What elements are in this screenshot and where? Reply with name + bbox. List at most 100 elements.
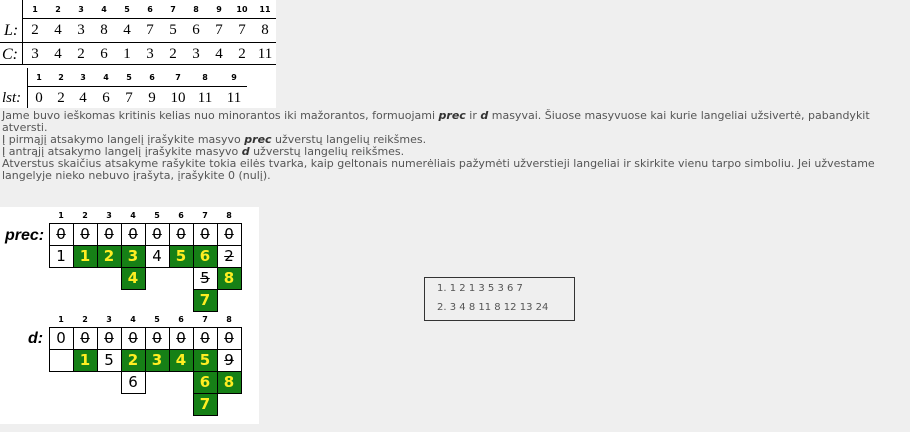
d-cell: 0 [176,329,186,347]
instructions-text: Jame buvo ieškomas kritinis kelias nuo m… [2,110,908,182]
column-header: 7 [170,5,176,14]
L-value: 7 [146,22,154,38]
prec-hidden-cell: 2 [97,246,121,267]
prec-cell: 0 [128,225,138,243]
column-header: 5 [124,5,130,14]
lst-column-header: 9 [231,73,237,82]
lst-row-label: lst: [2,90,22,106]
column-header: 3 [78,5,84,14]
d-cell: 5 [104,351,114,369]
prec-cell: 4 [152,247,162,265]
grid-line [193,224,194,268]
grid-column-header: 8 [226,211,232,220]
grid-line [97,224,98,268]
column-header: 6 [147,5,153,14]
L-value: 7 [215,22,223,38]
header-divider [22,18,276,19]
grid-line [121,224,122,268]
C-value: 4 [54,46,62,62]
vertical-divider [22,0,23,64]
grid-line [145,372,146,394]
prec-hidden-cell: 1 [73,246,97,267]
grid-line [193,415,217,416]
lst-column-header: 6 [149,73,155,82]
prec-cell: 0 [80,225,90,243]
grid-line [241,224,242,268]
d-hidden-cell: 2 [121,350,145,371]
column-header: 11 [259,5,271,14]
C-value: 3 [192,46,200,62]
lst-header-divider [27,86,247,87]
prec-cell: 0 [224,225,234,243]
C-value: 1 [123,46,131,62]
d-hidden-cell: 8 [217,372,241,393]
lst-value: 4 [79,90,87,106]
d-hidden-cell: 7 [193,394,217,415]
grid-line [121,372,122,394]
d-cell: 0 [128,329,138,347]
grid-line [145,328,146,372]
grid-line [169,328,170,372]
grid-line [145,224,146,268]
instruction-paragraph: Jame buvo ieškomas kritinis kelias nuo m… [2,109,870,134]
column-header: 2 [55,5,61,14]
answer-box[interactable]: 1. 1 2 1 3 5 3 6 7 2. 3 4 8 11 8 12 13 2… [424,277,575,321]
row-divider [0,42,276,43]
d-cell: 0 [56,329,66,347]
L-value: 3 [77,22,85,38]
grid-line [121,268,122,290]
d-cell: 0 [152,329,162,347]
row-divider [0,64,276,65]
d-hidden-cell: 3 [145,350,169,371]
answer-line-2[interactable]: 2. 3 4 8 11 8 12 13 24 [437,302,548,313]
d-cell: 9 [224,351,234,369]
d-hidden-cell: 4 [169,350,193,371]
answer-line-1[interactable]: 1. 1 2 1 3 5 3 6 7 [437,283,523,294]
lst-value: 10 [170,90,186,106]
data-table-image: 1 2 3 4 5 6 7 8 9 10 11 L: C: 24384756778 34261323… [0,0,276,108]
d-cell: 6 [128,373,138,391]
prec-cell: 0 [104,225,114,243]
grid-column-header: 6 [178,315,184,324]
grid-column-header: 3 [106,315,112,324]
lst-column-header: 7 [175,73,181,82]
d-label: d: [28,330,44,347]
grid-line [121,328,122,372]
column-header: 4 [101,5,107,14]
lst-column-header: 2 [58,73,64,82]
grid-line [241,372,242,394]
grid-line [169,224,170,268]
prec-hidden-cell: 8 [217,268,241,289]
grid-line [193,372,194,416]
lst-value: 2 [57,90,65,106]
lst-column-header: 3 [80,73,86,82]
d-cell: 0 [224,329,234,347]
prec-cell: 1 [56,247,66,265]
prec-cell: 5 [200,269,210,287]
lst-column-header: 4 [103,73,109,82]
grid-line [49,328,50,372]
lst-value: 7 [125,90,133,106]
C-value: 11 [257,46,273,62]
grid-line [217,328,218,372]
grid-line [49,224,50,268]
grid-column-header: 8 [226,315,232,324]
lst-value: 9 [148,90,156,106]
grid-column-header: 3 [106,211,112,220]
L-value: 4 [123,22,131,38]
prec-hidden-cell: 4 [121,268,145,289]
grid-line [193,268,194,312]
lst-value: 11 [226,90,242,106]
grid-line [145,268,146,290]
L-value: 8 [100,22,108,38]
prec-cell: 0 [176,225,186,243]
grid-column-header: 7 [202,211,208,220]
lst-column-header: 8 [202,73,208,82]
grid-column-header: 7 [202,315,208,324]
L-value: 4 [54,22,62,38]
d-hidden-cell: 6 [193,372,217,393]
C-value: 3 [31,46,39,62]
prec-cell: 0 [152,225,162,243]
grid-column-header: 6 [178,211,184,220]
grid-line [241,268,242,290]
